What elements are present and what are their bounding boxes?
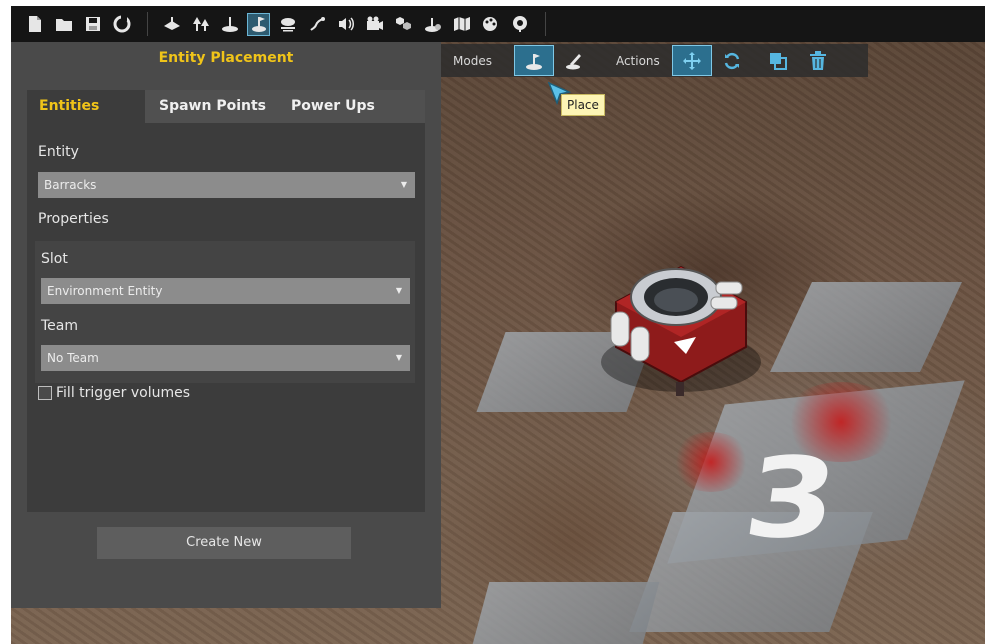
- placement-icon[interactable]: [218, 13, 241, 36]
- duplicate-action-button[interactable]: [758, 45, 798, 76]
- panel-title: Entity Placement: [158, 50, 294, 66]
- camera-icon[interactable]: [363, 13, 386, 36]
- objects-icon[interactable]: [392, 13, 415, 36]
- team-label: Team: [41, 318, 79, 334]
- modes-label: Modes: [453, 53, 492, 68]
- actions-label: Actions: [615, 53, 660, 68]
- globe-icon[interactable]: [508, 13, 531, 36]
- properties-label: Properties: [38, 211, 109, 227]
- team-select-value: No Team: [47, 351, 99, 365]
- team-select[interactable]: No Team ▼: [41, 345, 410, 371]
- concrete-slab: [770, 282, 962, 372]
- tab-power-ups[interactable]: Power Ups: [279, 90, 387, 123]
- entity-label: Entity: [38, 144, 79, 160]
- chevron-down-icon: ▼: [400, 180, 407, 189]
- entities-tab-body: Entity Barracks ▼ Properties Slot Enviro…: [27, 123, 425, 512]
- fill-trigger-label: Fill trigger volumes: [56, 385, 191, 401]
- map-icon[interactable]: [450, 13, 473, 36]
- slot-select-value: Environment Entity: [47, 284, 163, 298]
- toolbar-divider: [545, 12, 546, 36]
- barracks-building[interactable]: [596, 242, 766, 402]
- ground-number-marking: 3: [736, 433, 842, 563]
- entity-icon[interactable]: [421, 13, 444, 36]
- trees-icon[interactable]: [189, 13, 212, 36]
- chevron-down-icon: ▼: [395, 353, 402, 362]
- entity-placement-panel: Entity Placement Entities Spawn Points P…: [11, 42, 441, 608]
- panel-tabs: Entities Spawn Points Power Ups: [27, 90, 425, 123]
- properties-group: Slot Environment Entity ▼ Team No Team ▼: [35, 241, 415, 383]
- place-tooltip: Place: [561, 94, 605, 116]
- entity-select-value: Barracks: [44, 178, 97, 192]
- slot-select[interactable]: Environment Entity ▼: [41, 278, 410, 304]
- paint-icon[interactable]: [479, 13, 502, 36]
- move-action-button[interactable]: [671, 45, 712, 76]
- clouds-icon[interactable]: [276, 13, 299, 36]
- fill-trigger-checkbox[interactable]: Fill trigger volumes: [38, 385, 190, 401]
- save-icon[interactable]: [81, 13, 104, 36]
- place-entity-icon[interactable]: [247, 12, 270, 36]
- chevron-down-icon: ▼: [395, 286, 402, 295]
- concrete-slab: [472, 582, 660, 644]
- modes-toolbar: Modes Actions: [441, 44, 868, 77]
- tab-entities[interactable]: Entities: [27, 90, 145, 123]
- open-folder-icon[interactable]: [52, 13, 75, 36]
- rotate-action-button[interactable]: [712, 45, 752, 76]
- editor-window: 3 Entity Placement Entities Spawn Points…: [11, 6, 985, 644]
- place-mode-button[interactable]: [513, 45, 554, 76]
- create-new-button[interactable]: Create New: [97, 527, 351, 559]
- slot-label: Slot: [41, 251, 68, 267]
- path-icon[interactable]: [305, 13, 328, 36]
- red-paint-splat: [671, 432, 751, 492]
- tab-spawn-points[interactable]: Spawn Points: [147, 90, 278, 123]
- terrain-icon[interactable]: [160, 13, 183, 36]
- checkbox-box[interactable]: [38, 386, 52, 400]
- main-toolbar: [11, 6, 985, 42]
- erase-mode-button[interactable]: [554, 45, 594, 76]
- sound-icon[interactable]: [334, 13, 357, 36]
- toolbar-divider: [147, 12, 148, 36]
- entity-select[interactable]: Barracks ▼: [38, 172, 415, 198]
- new-file-icon[interactable]: [23, 13, 46, 36]
- delete-action-button[interactable]: [798, 45, 838, 76]
- reload-icon[interactable]: [110, 13, 133, 36]
